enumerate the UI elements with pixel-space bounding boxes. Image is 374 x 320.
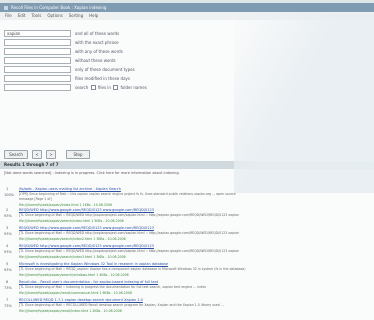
menu-tools[interactable]: Tools	[31, 12, 41, 20]
stop-button[interactable]: Stop	[66, 150, 90, 159]
row-doc-types: only of these document types	[4, 66, 135, 73]
result-title-link[interactable]: /fs/web - Xapian-users mailing list arch…	[19, 187, 121, 191]
row-without-words: without these words	[4, 57, 116, 64]
result-url[interactable]: file:///home/fs/web/xapian/search/index3…	[19, 255, 319, 259]
indexing-info[interactable]: [Not done words searched] : Indexing is …	[4, 171, 364, 175]
window-title: Recoll Files in Computer Book : Xapian i…	[11, 5, 107, 10]
modified-days-label: files modified in these days	[75, 76, 130, 81]
menu-sorting[interactable]: Sorting	[69, 12, 83, 20]
search-label: search	[75, 84, 89, 90]
result-relevance: 100%	[4, 193, 15, 197]
result-number: 5	[6, 262, 9, 266]
result-title-link[interactable]: Recoll.doc - Recoll user's documentation…	[19, 280, 158, 284]
exact-phrase-label: with the exact phrase	[75, 40, 119, 45]
without-words-label: without these words	[75, 58, 116, 63]
row-any-words: with any of these words	[4, 48, 123, 55]
result-title-link[interactable]: REQD/WED http://www.google.com/REQD/0123…	[19, 208, 154, 212]
without-words-input[interactable]	[4, 57, 71, 64]
menu-bar: File Edit Tools Options Sorting Help	[0, 12, 374, 20]
result-snippet: [OPR] Since beginning of Mail :: this xa…	[19, 192, 236, 196]
button-row: Search < > Stop	[4, 150, 90, 159]
result-url[interactable]: file:///home/fs/web/xapian/recoll/userma…	[19, 291, 319, 295]
folder-names-label: folder names	[120, 84, 147, 90]
next-button[interactable]: >	[46, 150, 56, 159]
result-url[interactable]: file:///home/fs/web/xapian/search/index2…	[19, 237, 319, 241]
row-modified-days: files modified in these days	[4, 75, 130, 82]
result-relevance: 93%	[4, 250, 12, 254]
result-number: 3	[6, 226, 9, 230]
result-url[interactable]: file:///home/fs/web/xapian/search/index.…	[19, 219, 319, 223]
title-bar: Recoll Files in Computer Book : Xapian i…	[0, 3, 374, 12]
result-relevance: 73%	[4, 286, 12, 290]
result-title-link[interactable]: RECOLL/WED REQD 1.7.1 xapian desktop sea…	[19, 298, 143, 302]
search-button[interactable]: Search	[4, 150, 28, 159]
exact-phrase-input[interactable]	[4, 39, 71, 46]
result-snippet: [TL Since beginning of Mail :: REQD/WED …	[19, 231, 240, 235]
app-icon	[4, 5, 8, 10]
result-relevance: 93%	[4, 214, 12, 218]
any-words-label: with any of these words	[75, 49, 123, 54]
prev-button[interactable]: <	[32, 150, 42, 159]
result-relevance: 93%	[4, 268, 12, 272]
any-words-input[interactable]	[4, 48, 71, 55]
result-number: 7	[6, 298, 9, 302]
search-scope-input[interactable]	[4, 84, 71, 91]
result-snippet: [TL Since beginning of Mail :: REQD_xapi…	[19, 267, 246, 271]
result-number: 6	[6, 280, 9, 284]
doc-types-input[interactable]	[4, 66, 71, 73]
folder-names-checkbox[interactable]	[113, 85, 119, 91]
result-snippet: [TL Since beginning of Mail :: RECOLL/WE…	[19, 303, 224, 307]
result-snippet-more: message [Page 1 of]	[19, 197, 52, 201]
app-window: Recoll Files in Computer Book : Xapian i…	[0, 3, 374, 320]
modified-days-input[interactable]	[4, 75, 71, 82]
all-words-input[interactable]: xapian	[4, 30, 71, 37]
row-exact-phrase: with the exact phrase	[4, 39, 119, 46]
result-title-link[interactable]: REQD/WED http://www.google.com/REQD/0123…	[19, 226, 154, 230]
result-number: 1	[6, 187, 9, 191]
doc-types-label: only of these document types	[75, 67, 135, 72]
files-in-checkbox[interactable]	[90, 85, 96, 91]
result-url[interactable]: file:///home/fs/web/xapian/index.html 1 …	[19, 203, 319, 207]
menu-help[interactable]: Help	[89, 12, 98, 20]
result-title-link[interactable]: REQD/WED http://www.google.com/REQD/0123…	[19, 244, 154, 248]
row-search-scope: search files in folder names	[4, 84, 147, 91]
result-url[interactable]: file:///home/fs/web/xapian/search/window…	[19, 273, 319, 277]
all-words-label: and all of these words	[75, 31, 120, 36]
search-scope-label: search files in folder names	[75, 85, 147, 91]
result-number: 4	[6, 244, 9, 248]
result-title-link[interactable]: Microsoft is investigating the Xapian Wi…	[19, 262, 168, 266]
results-header: Results 1 through 7 of 7	[0, 161, 374, 169]
result-relevance: 93%	[4, 232, 12, 236]
result-url[interactable]: file:///home/fs/web/xapian/recoll/index.…	[19, 309, 319, 313]
result-relevance: 73%	[4, 304, 12, 308]
menu-options[interactable]: Options	[47, 12, 62, 20]
result-snippet: [TL Since beginning of Mail :: REQD/WED …	[19, 249, 240, 253]
result-number: 2	[6, 208, 9, 212]
row-all-words: xapian and all of these words	[4, 30, 119, 37]
advanced-search-form: xapian and all of these words with the e…	[4, 30, 364, 150]
files-in-label: files in	[97, 84, 111, 90]
result-snippet: [TL Since beginning of Mail :: REQD/WED …	[19, 213, 240, 217]
menu-edit[interactable]: Edit	[18, 12, 26, 20]
result-snippet: [TL Since beginning of Mail :: Indexing …	[19, 285, 206, 289]
menu-file[interactable]: File	[5, 12, 12, 20]
